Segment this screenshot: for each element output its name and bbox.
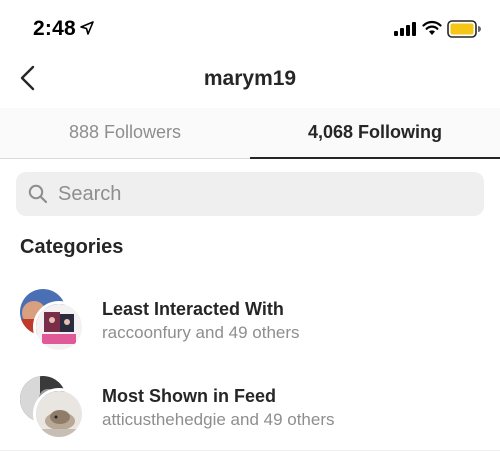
search-input[interactable]: [58, 172, 468, 216]
avatar-stack: [20, 289, 86, 355]
category-title: Most Shown in Feed: [102, 386, 276, 406]
category-subtitle: raccoonfury and 49 others: [102, 323, 300, 342]
category-title: Least Interacted With: [102, 299, 284, 319]
status-time: 2:48: [33, 17, 76, 40]
category-least-interacted[interactable]: Least Interacted With raccoonfury and 49…: [0, 285, 500, 361]
search-icon: [28, 184, 48, 204]
avatar: [33, 388, 85, 440]
tab-following[interactable]: 4,068 Following: [250, 108, 500, 158]
category-most-shown[interactable]: Most Shown in Feed atticusthehedgie and …: [0, 372, 500, 448]
status-bar: 2:48: [0, 0, 500, 60]
categories-heading: Categories: [20, 236, 124, 258]
category-subtitle: atticusthehedgie and 49 others: [102, 410, 335, 429]
profile-username-title: marym19: [203, 67, 297, 90]
divider: [0, 450, 500, 451]
avatar-stack: [20, 376, 86, 442]
active-tab-indicator: [250, 157, 500, 159]
cellular-signal-icon: [394, 22, 416, 36]
avatar: [33, 301, 85, 353]
search-bar[interactable]: [16, 172, 484, 216]
battery-icon: [447, 20, 481, 38]
follow-tabs: 888 Followers 4,068 Following: [0, 108, 500, 159]
location-arrow-icon: [80, 21, 94, 35]
wifi-icon: [422, 20, 442, 35]
tab-followers[interactable]: 888 Followers: [0, 108, 250, 158]
